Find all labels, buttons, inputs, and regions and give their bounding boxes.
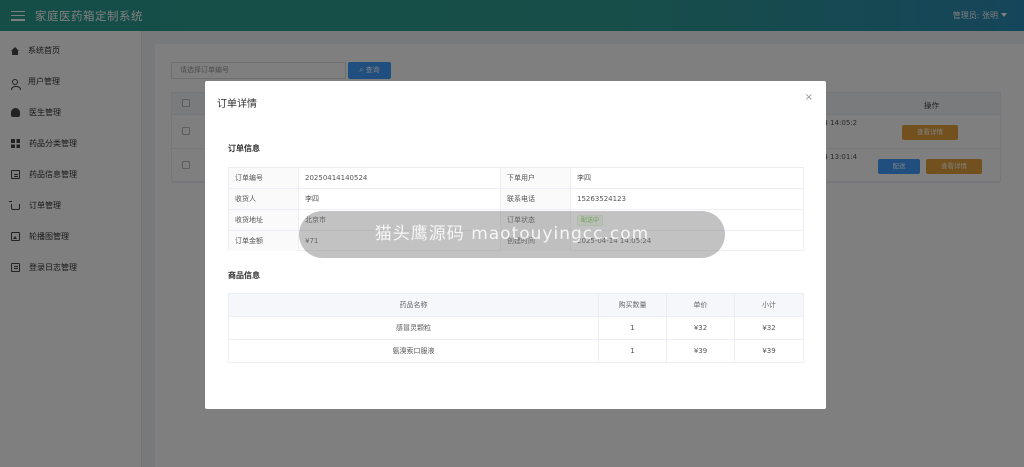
dialog-title: 订单详情: [217, 99, 257, 110]
info-row: 收货人 李四 联系电话 15263524123: [229, 189, 803, 210]
watermark-text: 猫头鹰源码 maotouyingcc.com: [374, 224, 650, 244]
info-label: 下单用户: [501, 168, 571, 188]
info-label: 订单编号: [229, 168, 299, 188]
info-value: 15263524123: [577, 195, 626, 203]
order-info-title: 订单信息: [228, 144, 260, 153]
column-header: 购买数量: [599, 294, 667, 317]
info-row: 订单编号 20250414140524 下单用户 李四: [229, 168, 803, 189]
goods-table-header: 药品名称 购买数量 单价 小计: [229, 294, 803, 317]
goods-subtotal: ¥39: [762, 347, 776, 355]
info-value: 李四: [299, 189, 501, 209]
table-row: 感冒灵颗粒 1 ¥32 ¥32: [229, 317, 803, 340]
close-icon[interactable]: ×: [805, 92, 813, 103]
goods-name: 感冒灵颗粒: [229, 317, 599, 340]
info-value: 李四: [577, 174, 591, 182]
info-value: 20250414140524: [299, 168, 501, 188]
goods-name: 氨溴索口服液: [229, 340, 599, 363]
info-label: 联系电话: [501, 189, 571, 209]
goods-price: ¥39: [667, 340, 735, 363]
column-header: 小计: [762, 301, 776, 309]
column-header: 药品名称: [229, 294, 599, 317]
goods-qty: 1: [599, 340, 667, 363]
info-label: 订单金额: [229, 231, 299, 251]
goods-subtotal: ¥32: [762, 324, 776, 332]
goods-table: 药品名称 购买数量 单价 小计 感冒灵颗粒 1 ¥32 ¥32 氨溴索口服液 1…: [228, 293, 804, 363]
info-label: 收货地址: [229, 210, 299, 230]
goods-qty: 1: [599, 317, 667, 340]
goods-price: ¥32: [667, 317, 735, 340]
info-label: 收货人: [229, 189, 299, 209]
column-header: 单价: [667, 294, 735, 317]
watermark: 猫头鹰源码 maotouyingcc.com: [299, 211, 725, 258]
goods-info-title: 商品信息: [228, 271, 260, 280]
table-row: 氨溴索口服液 1 ¥39 ¥39: [229, 340, 803, 363]
